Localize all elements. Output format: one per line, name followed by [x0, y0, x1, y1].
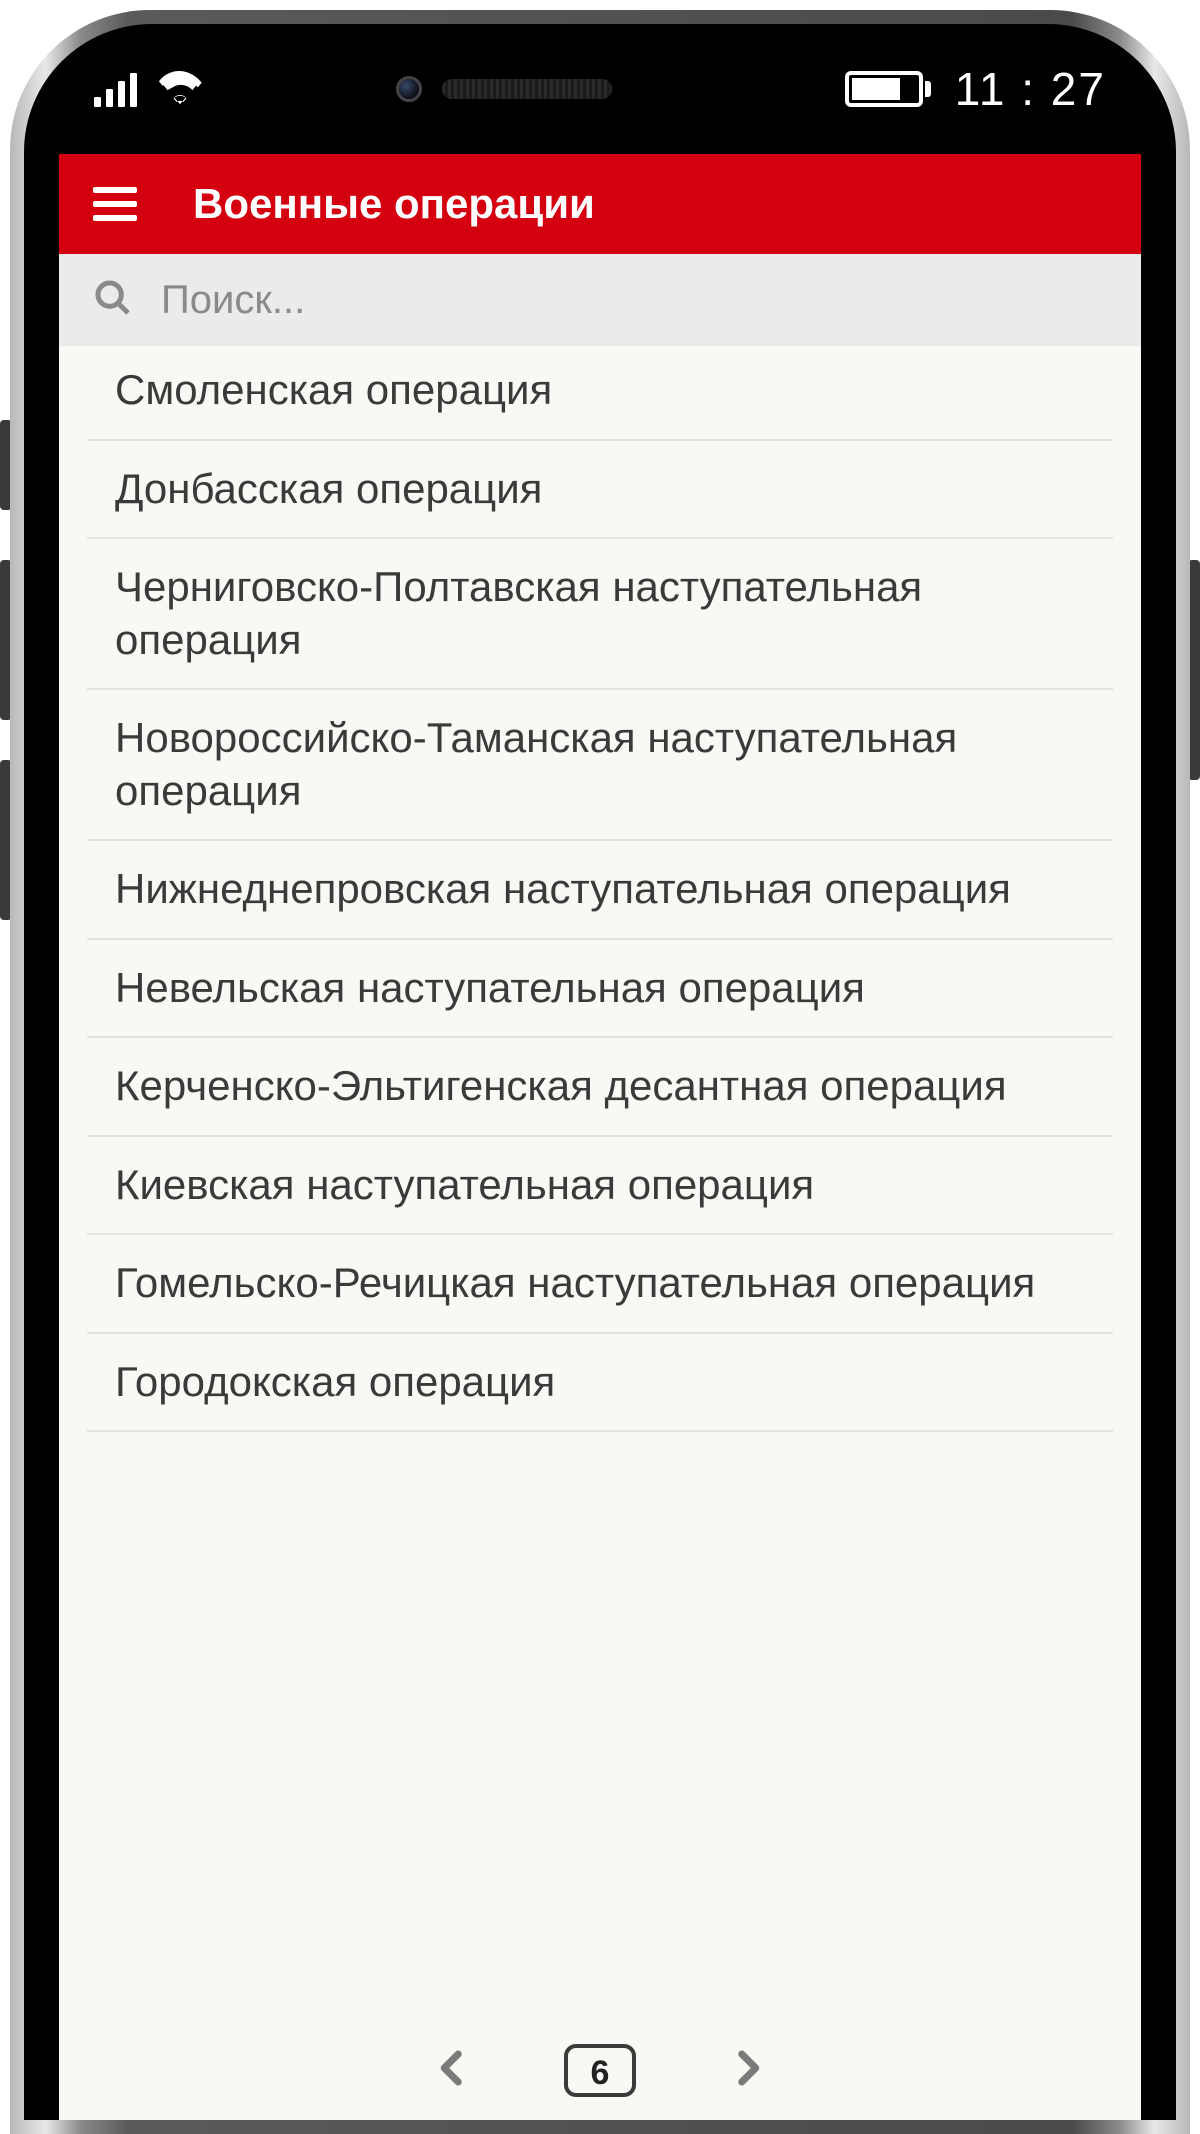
search-bar	[59, 254, 1141, 346]
speaker-grille	[442, 79, 612, 99]
list-item[interactable]: Нижнеднепровская наступательная операция	[87, 841, 1113, 940]
phone-frame: 11 : 27 Военные операции Смоленская опер…	[10, 10, 1190, 2134]
phone-body: 11 : 27 Военные операции Смоленская опер…	[24, 24, 1176, 2120]
list-item[interactable]: Черниговско-Полтавская наступательная оп…	[87, 539, 1113, 690]
search-icon	[93, 278, 133, 323]
wifi-icon	[157, 69, 203, 110]
signal-icon	[94, 71, 137, 107]
status-time: 11 : 27	[955, 62, 1106, 116]
list-item[interactable]: Невельская наступательная операция	[87, 940, 1113, 1039]
list-item[interactable]: Гомельско-Речицкая наступательная операц…	[87, 1235, 1113, 1334]
search-input[interactable]	[161, 278, 1107, 323]
pager: 6	[59, 2040, 1141, 2120]
list-item[interactable]: Киевская наступательная операция	[87, 1137, 1113, 1236]
pager-next-button[interactable]	[726, 2044, 768, 2098]
front-camera	[396, 76, 422, 102]
list-item[interactable]: Керченско-Эльтигенская десантная операци…	[87, 1038, 1113, 1137]
app-screen: Военные операции Смоленская операция Дон…	[59, 154, 1141, 2120]
pager-current-page[interactable]: 6	[564, 2044, 636, 2097]
battery-icon	[845, 71, 931, 107]
status-bar: 11 : 27	[24, 24, 1176, 154]
list-item[interactable]: Новороссийско-Таманская наступательная о…	[87, 690, 1113, 841]
list-item[interactable]: Донбасская операция	[87, 441, 1113, 540]
menu-icon[interactable]	[93, 187, 137, 221]
app-header: Военные операции	[59, 154, 1141, 254]
pager-prev-button[interactable]	[432, 2044, 474, 2098]
list-item[interactable]: Смоленская операция	[87, 346, 1113, 441]
operations-list[interactable]: Смоленская операция Донбасская операция …	[59, 346, 1141, 2040]
page-title: Военные операции	[193, 180, 595, 228]
list-item[interactable]: Городокская операция	[87, 1334, 1113, 1433]
